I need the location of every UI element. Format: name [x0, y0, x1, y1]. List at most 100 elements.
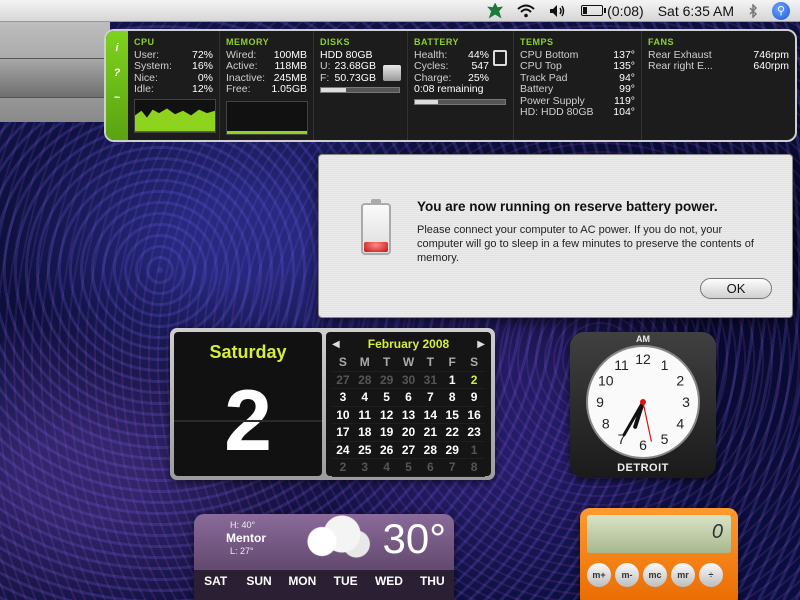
clock-center-pin: [640, 399, 646, 405]
calendar-day[interactable]: 23: [463, 424, 485, 442]
clock-numeral: 9: [596, 394, 604, 410]
clock-face: 12 1234567891011: [586, 345, 700, 459]
calculator-display: 0: [587, 515, 731, 553]
ok-button[interactable]: OK: [700, 278, 772, 299]
calendar-day[interactable]: 31: [419, 372, 442, 389]
calendar-day[interactable]: 13: [397, 407, 420, 424]
memory-title: MEMORY: [226, 37, 270, 47]
calendar-day[interactable]: 3: [332, 389, 354, 407]
calendar-day[interactable]: 10: [332, 407, 354, 424]
wifi-icon[interactable]: [517, 0, 535, 22]
calendar-day[interactable]: 16: [463, 407, 485, 424]
calendar-day[interactable]: 28: [353, 372, 376, 389]
cpu-row: Idle: 12%: [134, 83, 213, 95]
calendar-day[interactable]: 20: [397, 424, 420, 442]
calendar-day[interactable]: 27: [397, 442, 420, 459]
temp-row: HD: HDD 80GB 104°: [520, 106, 635, 118]
calendar-day[interactable]: 30: [397, 372, 420, 389]
clock-numeral: 11: [614, 357, 629, 373]
calendar-day[interactable]: 5: [375, 389, 398, 407]
istat-battery: BATTERY Health: 44% Cycles: 547 Charge: 25%…: [408, 31, 514, 140]
clock-numeral: 4: [676, 416, 684, 432]
cpu-graph: [134, 98, 216, 133]
calendar-day[interactable]: 29: [441, 442, 464, 459]
calendar-weekday: T: [375, 354, 398, 372]
calendar-day[interactable]: 6: [419, 459, 442, 477]
istat-disks: DISKS HDD 80GB U: 23.68GB F: 50.73GB: [314, 31, 408, 140]
clock-numeral: 8: [602, 416, 610, 432]
temp-row: CPU Top 135°: [520, 60, 635, 72]
next-month-arrow-icon[interactable]: ▶: [477, 339, 485, 350]
calendar-weekday: F: [441, 354, 464, 372]
calendar-day[interactable]: 11: [353, 407, 376, 424]
calendar-day[interactable]: 14: [419, 407, 442, 424]
calendar-day[interactable]: 15: [441, 407, 464, 424]
previous-month-arrow-icon[interactable]: ◀: [332, 339, 340, 350]
clock-numeral: 5: [661, 431, 669, 447]
istat-memory: MEMORY Wired: 100MB Active: 118MB Inactive…: [220, 31, 314, 140]
weather-high: H: 40°: [230, 520, 256, 530]
calendar-day[interactable]: 1: [463, 442, 485, 459]
calendar-day[interactable]: 18: [353, 424, 376, 442]
forecast-day: WED: [374, 574, 403, 588]
calendar-day[interactable]: 19: [375, 424, 398, 442]
leaf-icon[interactable]: [487, 0, 504, 22]
calendar-day[interactable]: 27: [332, 372, 354, 389]
calendar-day[interactable]: 8: [463, 459, 485, 477]
fan-row: Rear right E... 640rpm: [648, 60, 789, 72]
pulse-icon[interactable]: ~: [114, 92, 120, 104]
calendar-day[interactable]: 2: [332, 459, 354, 477]
battery-status[interactable]: (0:08): [581, 0, 644, 22]
calendar-widget[interactable]: Saturday 2 ◀ February 2008 ▶ S M T W T F S 27 28…: [170, 328, 495, 480]
calendar-day-panel[interactable]: Saturday 2: [174, 332, 322, 476]
calendar-weekday: S: [463, 354, 485, 372]
info-icon[interactable]: i: [115, 42, 118, 54]
cpu-title: CPU: [134, 37, 155, 47]
calendar-day[interactable]: 4: [375, 459, 398, 477]
bluetooth-icon[interactable]: [748, 0, 758, 22]
calendar-day[interactable]: 12: [375, 407, 398, 424]
weather-forecast-days: SAT SUN MON TUE WED THU: [194, 570, 454, 600]
battery-time-remaining: (0:08): [607, 2, 644, 19]
calendar-day[interactable]: 29: [375, 372, 398, 389]
calendar-weekday: T: [419, 354, 442, 372]
clock-numeral: 12: [635, 351, 651, 367]
divide-button[interactable]: ÷: [699, 563, 723, 587]
calendar-day[interactable]: 1: [441, 372, 464, 389]
menubar-clock[interactable]: Sat 6:35 AM: [658, 0, 734, 22]
calendar-day[interactable]: 2: [463, 372, 485, 389]
calendar-day[interactable]: 6: [397, 389, 420, 407]
reserve-battery-alert: You are now running on reserve battery p…: [318, 154, 793, 318]
calendar-day[interactable]: 26: [375, 442, 398, 459]
cloudy-icon: [294, 514, 374, 564]
calendar-day[interactable]: 21: [419, 424, 442, 442]
calendar-day[interactable]: 7: [441, 459, 464, 477]
calendar-day[interactable]: 8: [441, 389, 464, 407]
battery-title: BATTERY: [414, 37, 459, 47]
help-icon[interactable]: ?: [114, 67, 121, 79]
calendar-day[interactable]: 7: [419, 389, 442, 407]
memory-recall-button[interactable]: mr: [671, 563, 695, 587]
memory-add-button[interactable]: m+: [587, 563, 611, 587]
calendar-day[interactable]: 4: [353, 389, 376, 407]
alert-message: Please connect your computer to AC power…: [417, 224, 754, 264]
calendar-day[interactable]: 22: [441, 424, 464, 442]
memory-subtract-button[interactable]: m-: [615, 563, 639, 587]
calendar-day[interactable]: 24: [332, 442, 354, 459]
memory-clear-button[interactable]: mc: [643, 563, 667, 587]
calendar-day[interactable]: 5: [397, 459, 420, 477]
alert-title: You are now running on reserve battery p…: [417, 199, 718, 214]
clock-numeral: 1: [661, 357, 669, 373]
calendar-day[interactable]: 9: [463, 389, 485, 407]
spotlight-icon[interactable]: ⚲: [772, 0, 790, 22]
weather-widget[interactable]: H: 40° Mentor L: 27° 30° SAT SUN MON TUE…: [194, 514, 454, 600]
volume-icon[interactable]: [549, 0, 567, 22]
calendar-day[interactable]: 25: [353, 442, 376, 459]
calendar-day[interactable]: 28: [419, 442, 442, 459]
clock-widget[interactable]: AM 12 1 2 3 4 5 6 7 8 9 10 11 DETROIT: [570, 332, 716, 478]
forecast-day: TUE: [333, 574, 358, 588]
calendar-day[interactable]: 3: [353, 459, 376, 477]
weather-temperature: 30°: [382, 515, 446, 562]
calculator-widget: 0 m+ m- mc mr ÷: [580, 508, 738, 600]
calendar-day[interactable]: 17: [332, 424, 354, 442]
